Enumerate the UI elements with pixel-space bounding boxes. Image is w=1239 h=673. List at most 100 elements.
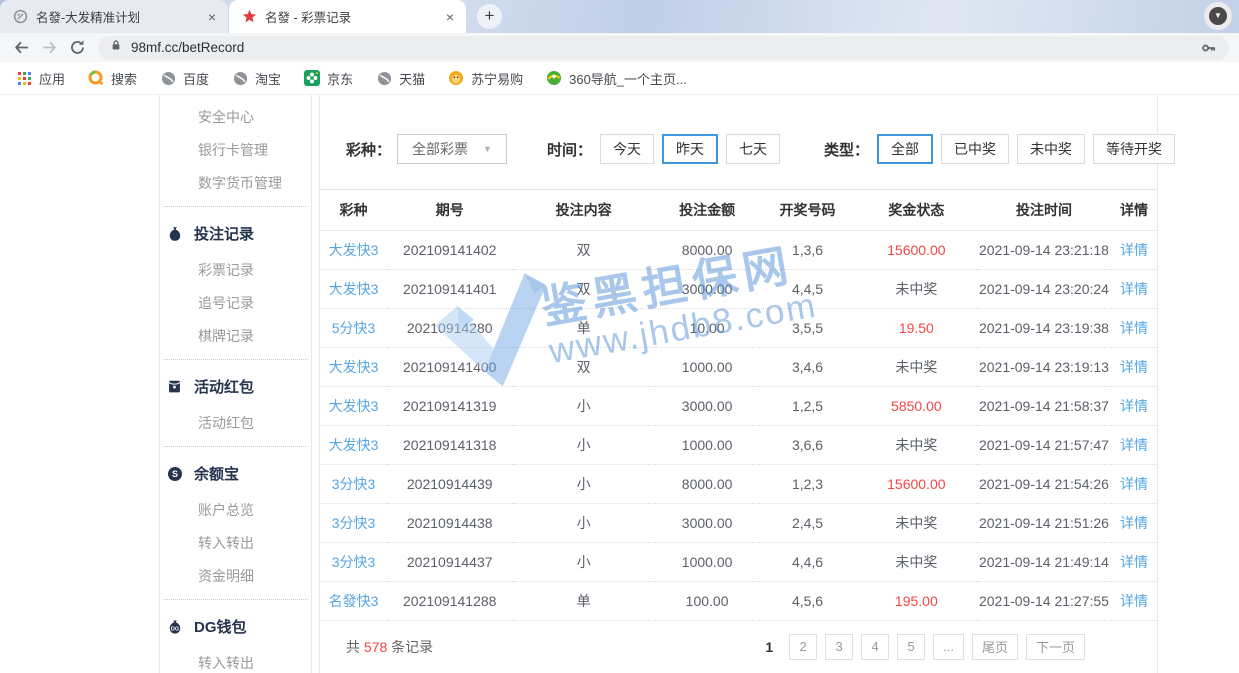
bookmark-item[interactable]: 百度 bbox=[160, 69, 209, 88]
bookmark-item[interactable]: 天猫 bbox=[376, 69, 425, 88]
globe-icon bbox=[376, 70, 392, 86]
sidebar-item[interactable]: 转入转出 bbox=[160, 647, 311, 673]
lottery-link[interactable]: 大发快3 bbox=[320, 230, 387, 269]
detail-link[interactable]: 详情 bbox=[1111, 581, 1157, 620]
lottery-link[interactable]: 名發快3 bbox=[320, 581, 387, 620]
chevron-down-circle-button[interactable]: ▼ bbox=[1204, 2, 1232, 30]
time-filter-button[interactable]: 今天 bbox=[600, 134, 654, 164]
content-cell: 小 bbox=[513, 425, 655, 464]
detail-link[interactable]: 详情 bbox=[1111, 308, 1157, 347]
sidebar-item[interactable]: 转入转出 bbox=[160, 527, 311, 560]
red-star-icon bbox=[241, 9, 257, 25]
globe-icon bbox=[232, 70, 248, 86]
page-button[interactable]: 4 bbox=[861, 634, 889, 660]
bookmark-label: 百度 bbox=[183, 69, 209, 88]
detail-link[interactable]: 详情 bbox=[1111, 269, 1157, 308]
table-row: 大发快3 202109141400 双 1000.00 3,4,6 未中奖 20… bbox=[320, 347, 1157, 386]
sidebar-section-label: 投注记录 bbox=[194, 223, 254, 244]
type-filter-button[interactable]: 已中奖 bbox=[941, 134, 1009, 164]
sidebar-section-header[interactable]: 投注记录 bbox=[160, 213, 311, 254]
detail-link[interactable]: 详情 bbox=[1111, 464, 1157, 503]
content-cell: 单 bbox=[513, 581, 655, 620]
column-header: 开奖号码 bbox=[759, 190, 855, 230]
lottery-link[interactable]: 大发快3 bbox=[320, 269, 387, 308]
bookmark-item[interactable]: 搜索 bbox=[88, 69, 137, 88]
lottery-link[interactable]: 3分快3 bbox=[320, 464, 387, 503]
forward-icon[interactable] bbox=[38, 38, 60, 58]
time-filter-button[interactable]: 昨天 bbox=[662, 134, 718, 164]
detail-link[interactable]: 详情 bbox=[1111, 347, 1157, 386]
browser-tab-1[interactable]: 名發-大发精准计划 × bbox=[0, 0, 228, 33]
prize-status-cell: 未中奖 bbox=[856, 347, 977, 386]
amount-cell: 3000.00 bbox=[655, 386, 760, 425]
type-filter-button[interactable]: 未中奖 bbox=[1017, 134, 1085, 164]
lottery-link[interactable]: 3分快3 bbox=[320, 503, 387, 542]
sidebar-item[interactable]: 银行卡管理 bbox=[160, 134, 311, 167]
page-button[interactable]: 尾页 bbox=[972, 634, 1018, 660]
lottery-link[interactable]: 5分快3 bbox=[320, 308, 387, 347]
svg-text:DG: DG bbox=[170, 626, 178, 632]
bet-record-table: 彩种期号投注内容投注金额开奖号码奖金状态投注时间详情 大发快3 20210914… bbox=[320, 190, 1157, 621]
bookmark-item[interactable]: 苏宁易购 bbox=[448, 69, 523, 88]
lottery-link[interactable]: 大发快3 bbox=[320, 386, 387, 425]
type-filter-button[interactable]: 等待开奖 bbox=[1093, 134, 1175, 164]
bookmark-item[interactable]: 应用 bbox=[16, 69, 65, 88]
chevron-down-icon: ▼ bbox=[1209, 7, 1227, 25]
prize-status-cell: 15600.00 bbox=[856, 464, 977, 503]
new-tab-button[interactable]: + bbox=[477, 4, 502, 29]
issue-cell: 202109141319 bbox=[387, 386, 513, 425]
total-count: 578 bbox=[364, 639, 387, 655]
browser-tab-2-active[interactable]: 名發 - 彩票记录 × bbox=[229, 0, 466, 33]
page-button[interactable]: 下一页 bbox=[1026, 634, 1085, 660]
page-button[interactable]: ... bbox=[933, 634, 964, 660]
detail-link[interactable]: 详情 bbox=[1111, 386, 1157, 425]
sidebar-item[interactable]: 账户总览 bbox=[160, 494, 311, 527]
detail-link[interactable]: 详情 bbox=[1111, 425, 1157, 464]
bookmark-label: 360导航_一个主页... bbox=[569, 69, 687, 88]
lottery-type-dropdown[interactable]: 全部彩票 ▼ bbox=[397, 134, 507, 164]
amount-cell: 1000.00 bbox=[655, 542, 760, 581]
sidebar-section-label: 余额宝 bbox=[194, 463, 239, 484]
apps-grid-icon bbox=[16, 70, 32, 86]
detail-link[interactable]: 详情 bbox=[1111, 542, 1157, 581]
issue-cell: 202109141401 bbox=[387, 269, 513, 308]
sidebar-item[interactable]: 追号记录 bbox=[160, 287, 311, 320]
detail-link[interactable]: 详情 bbox=[1111, 503, 1157, 542]
sidebar-section-header[interactable]: 活动红包 bbox=[160, 366, 311, 407]
sidebar-section-header[interactable]: S余额宝 bbox=[160, 453, 311, 494]
url-bar[interactable]: 98mf.cc/betRecord bbox=[98, 36, 1229, 60]
lottery-link[interactable]: 大发快3 bbox=[320, 347, 387, 386]
close-icon[interactable]: × bbox=[446, 10, 454, 24]
prize-status-cell: 195.00 bbox=[856, 581, 977, 620]
sidebar-item[interactable]: 活动红包 bbox=[160, 407, 311, 440]
bookmark-item[interactable]: 360导航_一个主页... bbox=[546, 69, 687, 88]
lottery-link[interactable]: 大发快3 bbox=[320, 425, 387, 464]
sidebar-item[interactable]: 资金明细 bbox=[160, 560, 311, 593]
sidebar: 安全中心银行卡管理数字货币管理投注记录彩票记录追号记录棋牌记录活动红包活动红包 S… bbox=[159, 95, 312, 673]
column-header: 投注时间 bbox=[977, 190, 1111, 230]
page-button[interactable]: 3 bbox=[825, 634, 853, 660]
sidebar-section-header[interactable]: DGDG钱包 bbox=[160, 606, 311, 647]
numbers-cell: 4,5,6 bbox=[759, 581, 855, 620]
bookmark-item[interactable]: 淘宝 bbox=[232, 69, 281, 88]
sidebar-item[interactable]: 彩票记录 bbox=[160, 254, 311, 287]
bookmark-item[interactable]: 京东 bbox=[304, 69, 353, 88]
sidebar-item[interactable]: 数字货币管理 bbox=[160, 167, 311, 200]
issue-cell: 202109141288 bbox=[387, 581, 513, 620]
lottery-link[interactable]: 3分快3 bbox=[320, 542, 387, 581]
total-suffix: 条记录 bbox=[391, 639, 433, 655]
key-icon[interactable] bbox=[1201, 40, 1217, 56]
time-filter-button[interactable]: 七天 bbox=[726, 134, 780, 164]
page-button[interactable]: 5 bbox=[897, 634, 925, 660]
sidebar-item[interactable]: 棋牌记录 bbox=[160, 320, 311, 353]
numbers-cell: 4,4,5 bbox=[759, 269, 855, 308]
issue-cell: 20210914438 bbox=[387, 503, 513, 542]
detail-link[interactable]: 详情 bbox=[1111, 230, 1157, 269]
sidebar-item[interactable]: 安全中心 bbox=[160, 101, 311, 134]
reload-icon[interactable] bbox=[66, 38, 88, 58]
close-icon[interactable]: × bbox=[208, 10, 216, 24]
prize-status-cell: 未中奖 bbox=[856, 503, 977, 542]
page-button[interactable]: 2 bbox=[789, 634, 817, 660]
type-filter-button[interactable]: 全部 bbox=[877, 134, 933, 164]
back-icon[interactable] bbox=[10, 38, 32, 58]
